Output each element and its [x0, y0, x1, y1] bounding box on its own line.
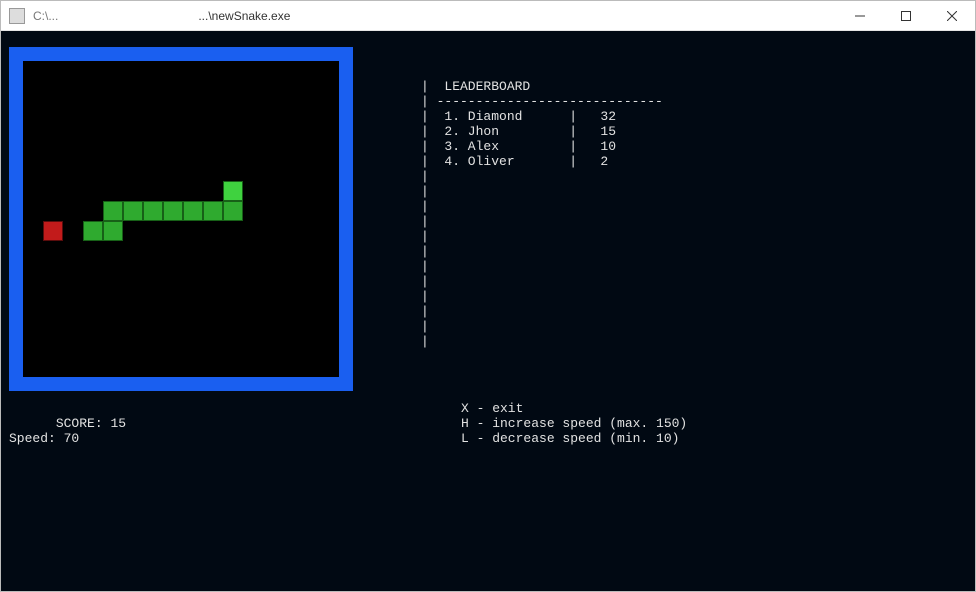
maximize-button[interactable]: [883, 1, 929, 31]
speed-line: Speed: 70: [9, 431, 79, 446]
titlebar[interactable]: C:\... ...\newSnake.exe: [1, 1, 975, 31]
snake-body: [123, 201, 143, 221]
help-block: X - exit H - increase speed (max. 150) L…: [461, 401, 687, 446]
window-title-path: ...\newSnake.exe: [198, 9, 290, 23]
app-icon: [9, 8, 25, 24]
snake-body: [143, 201, 163, 221]
close-icon: [947, 11, 957, 21]
minimize-button[interactable]: [837, 1, 883, 31]
window-title-prefix: C:\...: [33, 9, 58, 23]
snake-body: [163, 201, 183, 221]
snake-body: [103, 221, 123, 241]
console-area[interactable]: SCORE: 15 Speed: 70 | LEADERBOARD | ----…: [1, 31, 975, 591]
food-cell: [43, 221, 63, 241]
snake-head: [223, 181, 243, 201]
snake-body: [223, 201, 243, 221]
snake-body: [203, 201, 223, 221]
snake-body: [83, 221, 103, 241]
snake-body: [183, 201, 203, 221]
stats-block: SCORE: 15 Speed: 70: [9, 401, 126, 446]
maximize-icon: [901, 11, 911, 21]
game-board-frame: [9, 47, 353, 391]
minimize-icon: [855, 11, 865, 21]
score-line: SCORE: 15: [56, 416, 126, 431]
leaderboard-block: | LEADERBOARD | ------------------------…: [421, 79, 663, 349]
app-window: C:\... ...\newSnake.exe SCORE: 15 Speed:…: [0, 0, 976, 592]
snake-body: [103, 201, 123, 221]
game-board: [23, 61, 339, 377]
close-button[interactable]: [929, 1, 975, 31]
